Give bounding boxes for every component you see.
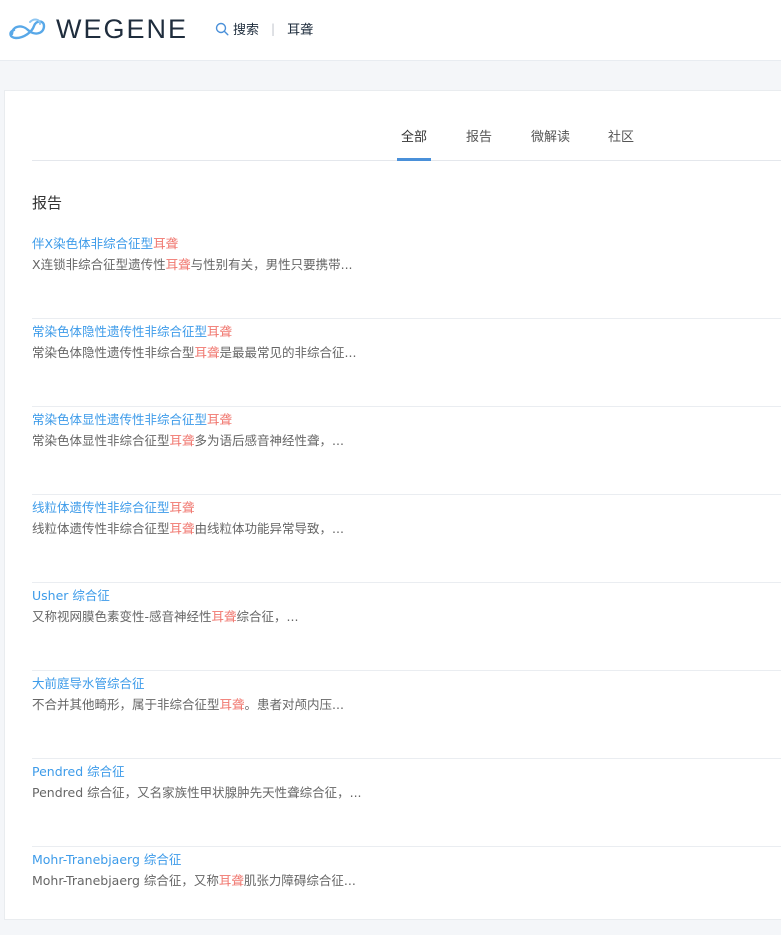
result-title-link[interactable]: 伴X染色体非综合征型耳聋 xyxy=(32,233,178,252)
search-label[interactable]: 搜索 xyxy=(233,19,259,38)
search-query[interactable]: 耳聋 xyxy=(287,19,313,38)
result-title-link[interactable]: 大前庭导水管综合征 xyxy=(32,673,145,692)
result-title-link[interactable]: Usher 综合征 xyxy=(32,585,110,604)
section-title: 报告 xyxy=(32,194,63,212)
list-item: 线粒体遗传性非综合征型耳聋 线粒体遗传性非综合征型耳聋由线粒体功能异常导致，..… xyxy=(32,495,781,583)
logo-text: WEGENE xyxy=(56,13,189,44)
divider: | xyxy=(271,21,276,36)
tab-reports[interactable]: 报告 xyxy=(466,130,492,160)
result-title-link[interactable]: Pendred 综合征 xyxy=(32,761,125,780)
tab-micro-interpretation[interactable]: 微解读 xyxy=(531,130,570,160)
list-item: 常染色体显性遗传性非综合征型耳聋 常染色体显性非综合征型耳聋多为语后感音神经性聋… xyxy=(32,407,781,495)
tab-community[interactable]: 社区 xyxy=(608,130,634,160)
wegene-logo-icon xyxy=(9,18,46,40)
list-item: Pendred 综合征 Pendred 综合征，又名家族性甲状腺肿先天性聋综合征… xyxy=(32,759,781,847)
result-description: 常染色体显性非综合征型耳聋多为语后感音神经性聋，... xyxy=(32,433,344,448)
results-list: 伴X染色体非综合征型耳聋 X连锁非综合征型遗传性耳聋与性别有关，男性只要携带..… xyxy=(32,231,781,935)
result-description: 不合并其他畸形，属于非综合征型耳聋。患者对颅内压... xyxy=(32,697,344,712)
result-title-link[interactable]: 线粒体遗传性非综合征型耳聋 xyxy=(32,497,195,516)
result-title-link[interactable]: 常染色体隐性遗传性非综合征型耳聋 xyxy=(32,321,232,340)
result-title-link[interactable]: 常染色体显性遗传性非综合征型耳聋 xyxy=(32,409,232,428)
result-description: Pendred 综合征，又名家族性甲状腺肿先天性聋综合征，... xyxy=(32,785,362,800)
list-item: 大前庭导水管综合征 不合并其他畸形，属于非综合征型耳聋。患者对颅内压... xyxy=(32,671,781,759)
list-item: Mohr-Tranebjaerg 综合征 Mohr-Tranebjaerg 综合… xyxy=(32,847,781,935)
result-tabs: 全部 报告 微解读 社区 xyxy=(32,119,781,161)
result-description: X连锁非综合征型遗传性耳聋与性别有关，男性只要携带... xyxy=(32,257,353,272)
result-description: 常染色体隐性遗传性非综合型耳聋是最最常见的非综合征... xyxy=(32,345,357,360)
search-area: 搜索 | 耳聋 xyxy=(215,19,313,38)
result-description: Mohr-Tranebjaerg 综合征，又称耳聋肌张力障碍综合征... xyxy=(32,873,356,888)
wegene-logo[interactable]: WEGENE xyxy=(8,14,188,44)
result-description: 线粒体遗传性非综合征型耳聋由线粒体功能异常导致，... xyxy=(32,521,344,536)
list-item: 伴X染色体非综合征型耳聋 X连锁非综合征型遗传性耳聋与性别有关，男性只要携带..… xyxy=(32,231,781,319)
result-title-link[interactable]: Mohr-Tranebjaerg 综合征 xyxy=(32,849,181,868)
top-header: WEGENE 搜索 | 耳聋 xyxy=(0,0,781,61)
results-card: 全部 报告 微解读 社区 报告 伴X染色体非综合征型耳聋 X连锁非综合征型遗传性… xyxy=(4,90,781,920)
search-icon[interactable] xyxy=(215,22,229,36)
tab-all[interactable]: 全部 xyxy=(396,130,432,161)
list-item: 常染色体隐性遗传性非综合征型耳聋 常染色体隐性遗传性非综合型耳聋是最最常见的非综… xyxy=(32,319,781,407)
result-description: 又称视网膜色素变性-感音神经性耳聋综合征，... xyxy=(32,609,299,624)
list-item: Usher 综合征 又称视网膜色素变性-感音神经性耳聋综合征，... xyxy=(32,583,781,671)
